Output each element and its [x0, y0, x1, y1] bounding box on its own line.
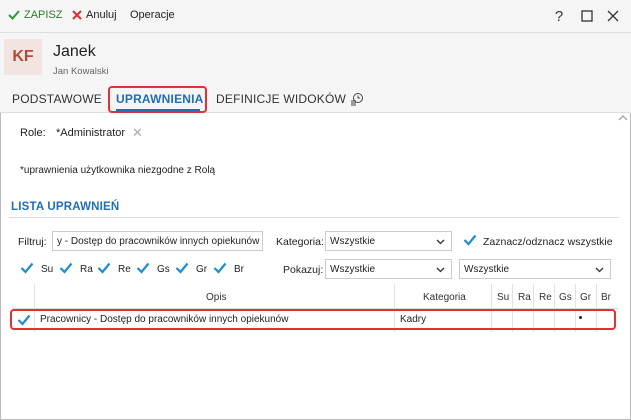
tab-definicje-widokow[interactable]: DEFINICJE WIDOKÓW — [216, 92, 346, 106]
chevron-down-icon — [436, 267, 445, 273]
roles-value: *Administrator — [56, 127, 126, 139]
row-highlight-frame — [10, 309, 616, 330]
scroll-up-icon[interactable] — [618, 114, 628, 122]
help-button[interactable]: ? — [548, 6, 570, 26]
column-header-br[interactable]: Br — [601, 292, 611, 303]
show-value: Wszystkie — [330, 263, 375, 275]
record-name: Janek — [53, 43, 96, 60]
flag-gr-checkbox[interactable] — [175, 261, 189, 275]
flag-su-checkbox[interactable] — [20, 261, 34, 275]
operations-button[interactable]: Operacje — [130, 9, 175, 21]
flag-ra-checkbox[interactable] — [59, 261, 73, 275]
category-select[interactable]: Wszystkie — [325, 231, 452, 251]
operations-label: Operacje — [130, 9, 175, 21]
table-header: Opis Kategoria Su Ra Re Gs Gr Br — [12, 283, 618, 309]
check-icon — [8, 10, 20, 20]
maximize-button[interactable] — [576, 6, 598, 26]
section-title: LISTA UPRAWNIEŃ — [11, 201, 120, 213]
section-divider — [9, 217, 619, 218]
flag-re-label: Re — [118, 264, 131, 275]
show-value-secondary: Wszystkie — [464, 263, 509, 275]
chevron-down-icon — [436, 239, 445, 245]
tab-bar: PODSTAWOWE UPRAWNIENIA DEFINICJE WIDOKÓW — [0, 85, 631, 113]
column-header-re[interactable]: Re — [539, 292, 552, 303]
flag-ra-label: Ra — [80, 264, 93, 275]
category-label: Kategoria: — [276, 236, 324, 248]
close-icon — [72, 10, 82, 20]
flag-br-checkbox[interactable] — [213, 261, 227, 275]
remove-role-icon[interactable]: ✕ — [132, 125, 143, 141]
flag-gs-label: Gs — [157, 264, 170, 275]
help-icon: ? — [554, 7, 564, 25]
show-label: Pokazuj: — [283, 264, 324, 276]
window-close-button[interactable] — [602, 6, 624, 26]
column-header-ra[interactable]: Ra — [518, 292, 531, 303]
avatar: KF — [4, 39, 42, 75]
save-label: ZAPISZ — [24, 9, 63, 21]
save-button[interactable]: ZAPISZ — [8, 9, 63, 21]
record-header: KF Janek Jan Kowalski — [0, 33, 631, 85]
roles-label: Role: — [20, 127, 46, 139]
history-icon[interactable] — [350, 92, 364, 106]
flag-gs-checkbox[interactable] — [136, 261, 150, 275]
toolbar: ZAPISZ Anuluj Operacje ? — [0, 0, 631, 33]
cancel-button[interactable]: Anuluj — [72, 9, 117, 21]
chevron-down-icon — [595, 267, 604, 273]
tab-highlight-frame — [108, 86, 207, 113]
window-close-icon — [607, 10, 619, 22]
show-select[interactable]: Wszystkie — [325, 259, 452, 279]
column-header-gs[interactable]: Gs — [559, 292, 572, 303]
category-value: Wszystkie — [330, 235, 375, 247]
flag-re-checkbox[interactable] — [97, 261, 111, 275]
tab-podstawowe[interactable]: PODSTAWOWE — [12, 92, 102, 106]
select-all-label: Zaznacz/odznacz wszystkie — [483, 236, 613, 248]
maximize-icon — [581, 10, 593, 22]
filter-label: Filtruj: — [18, 236, 47, 248]
record-subtitle: Jan Kowalski — [53, 66, 109, 77]
role-mismatch-note: *uprawnienia użytkownika niezgodne z Rol… — [20, 165, 216, 176]
show-select-secondary[interactable]: Wszystkie — [459, 259, 611, 279]
cancel-label: Anuluj — [86, 9, 117, 21]
column-header-kategoria[interactable]: Kategoria — [423, 292, 466, 303]
filter-input[interactable]: y - Dostęp do pracowników innych opiekun… — [52, 231, 263, 251]
flag-br-label: Br — [234, 264, 244, 275]
select-all-checkbox[interactable] — [463, 233, 477, 247]
column-header-su[interactable]: Su — [497, 292, 509, 303]
flag-su-label: Su — [41, 264, 54, 275]
column-header-gr[interactable]: Gr — [580, 292, 591, 303]
column-header-opis[interactable]: Opis — [206, 292, 227, 303]
flag-gr-label: Gr — [196, 264, 208, 275]
